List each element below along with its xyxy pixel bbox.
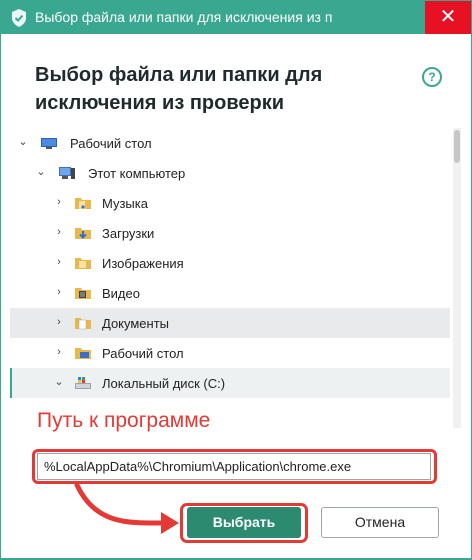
tree-item-pictures[interactable]: › Изображения	[10, 248, 450, 278]
path-input[interactable]: %LocalAppData%\Chromium\Application\chro…	[37, 453, 431, 480]
desktop-icon	[41, 138, 57, 149]
tree-item-label: Загрузки	[102, 226, 155, 241]
scrollbar-thumb[interactable]	[454, 130, 460, 163]
annotation-label: Путь к программе	[31, 404, 233, 438]
close-icon: ✕	[439, 6, 457, 28]
select-button[interactable]: Выбрать	[187, 507, 301, 538]
chevron-right-icon[interactable]: ›	[54, 285, 64, 299]
folder-desktop-icon	[75, 348, 91, 359]
page-title-line1: Выбор файла или папки для	[35, 64, 323, 86]
tree-item-downloads[interactable]: › Загрузки	[10, 218, 450, 248]
chevron-down-icon[interactable]: ⌄	[18, 135, 28, 149]
tree-item-music[interactable]: › Музыка	[10, 188, 450, 218]
chevron-right-icon[interactable]: ›	[54, 225, 64, 239]
computer-icon	[59, 167, 75, 179]
tree-item-label: Рабочий стол	[102, 346, 184, 361]
folder-downloads-icon	[75, 228, 91, 239]
page-title: Выбор файла или папки для исключения из …	[35, 61, 365, 117]
tree-item-documents[interactable]: › Документы	[10, 308, 450, 338]
chevron-right-icon[interactable]: ›	[54, 315, 64, 329]
tree-item-this-pc[interactable]: ⌄ Этот компьютер	[10, 158, 450, 188]
close-button[interactable]: ✕	[425, 1, 471, 34]
cancel-button[interactable]: Отмена	[321, 507, 439, 538]
tree-item-label: Музыка	[102, 196, 148, 211]
tree-item-video[interactable]: › Видео	[10, 278, 450, 308]
folder-tree: ⌄ Рабочий стол ⌄ Этот компьютер › Музыка…	[10, 128, 462, 428]
selection-marker	[10, 368, 12, 398]
tree-item-local-disk[interactable]: ⌄ Локальный диск (C:)	[10, 368, 450, 398]
help-icon[interactable]: ?	[422, 67, 442, 87]
chevron-right-icon[interactable]: ›	[54, 255, 64, 269]
chevron-down-icon[interactable]: ⌄	[54, 375, 64, 389]
chevron-down-icon[interactable]: ⌄	[36, 165, 46, 179]
tree-item-label: Документы	[102, 316, 170, 331]
tree-scrollbar[interactable]	[453, 128, 461, 428]
page-title-line2: исключения из проверки	[35, 92, 285, 114]
folder-pictures-icon	[75, 258, 91, 269]
tree-item-label: Этот компьютер	[88, 166, 186, 181]
folder-video-icon	[75, 288, 91, 299]
tree-item-label: Видео	[102, 286, 140, 301]
folder-documents-icon	[75, 318, 91, 330]
dialog-window: Выбор файла или папки для исключения из …	[0, 0, 472, 559]
chevron-right-icon[interactable]: ›	[54, 345, 64, 359]
tree-item-desktop[interactable]: ⌄ Рабочий стол	[10, 128, 450, 158]
drive-icon	[75, 377, 91, 389]
tree-item-label: Локальный диск (C:)	[102, 376, 226, 391]
tree-item-label: Рабочий стол	[70, 136, 152, 151]
window-title: Выбор файла или папки для исключения из …	[35, 9, 333, 25]
chevron-right-icon[interactable]: ›	[54, 195, 64, 209]
kaspersky-shield-icon	[12, 9, 26, 27]
folder-music-icon	[75, 198, 91, 209]
tree-item-label: Изображения	[102, 256, 184, 271]
tree-item-desktop-folder[interactable]: › Рабочий стол	[10, 338, 450, 368]
title-bar: Выбор файла или папки для исключения из …	[1, 1, 471, 34]
